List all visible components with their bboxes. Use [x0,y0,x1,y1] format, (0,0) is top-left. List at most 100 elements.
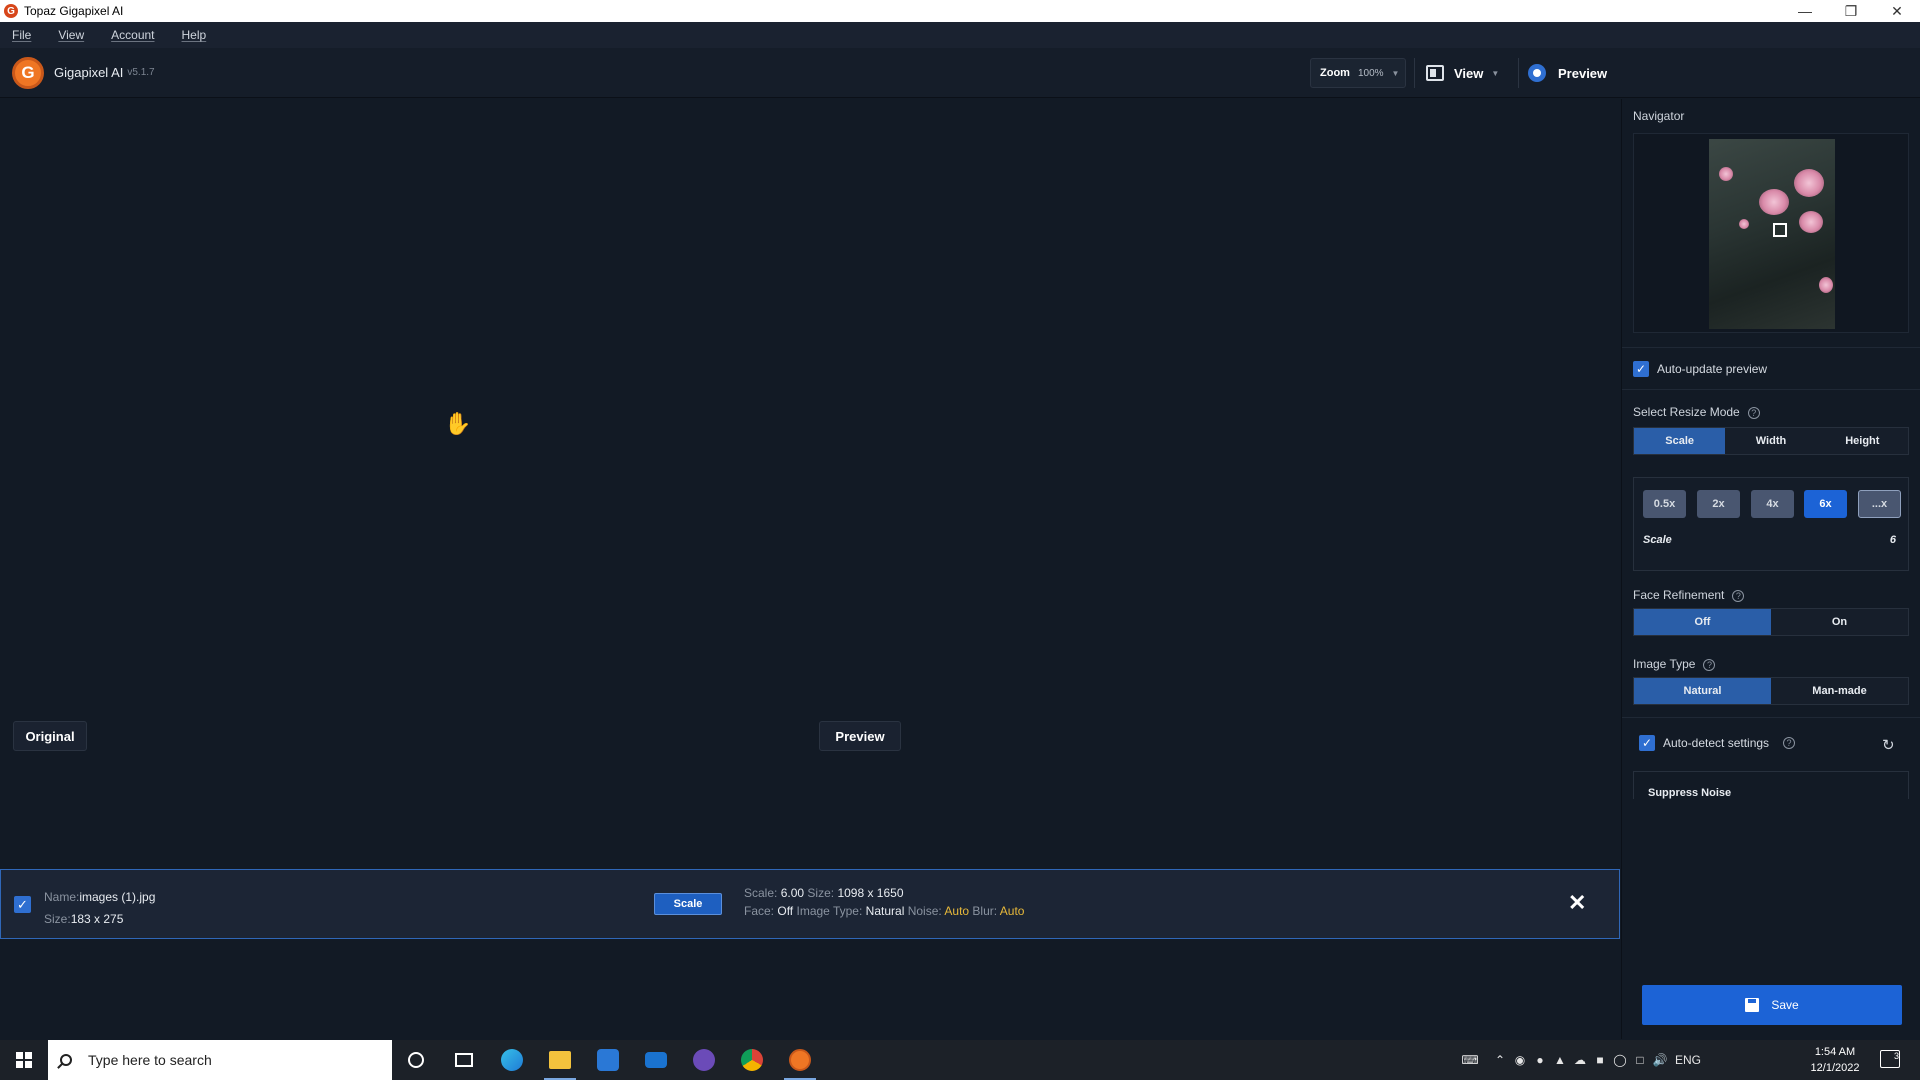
gigapixel-taskbar-icon[interactable] [776,1040,824,1080]
scale-6x-button[interactable]: 6x [1804,490,1847,518]
zoom-dropdown[interactable]: Zoom 100% ▼ [1310,58,1406,88]
minimize-icon[interactable]: — [1782,0,1828,22]
save-button[interactable]: Save [1642,985,1902,1025]
scale-0-5x-button[interactable]: 0.5x [1643,490,1686,518]
edge-icon[interactable] [488,1040,536,1080]
camera-icon[interactable]: ◉ [1510,1053,1530,1067]
taskbar-search-box[interactable]: Type here to search [48,1040,392,1080]
settings-panel: Navigator ✓ Auto-update preview Select R… [1621,99,1920,1039]
close-window-icon[interactable]: ✕ [1874,0,1920,22]
drive-icon[interactable]: ▲ [1550,1053,1570,1067]
restore-icon[interactable]: ❐ [1828,0,1874,22]
panel-divider [1622,347,1920,348]
microphone-icon[interactable]: ● [1530,1053,1550,1067]
image-type-man-made[interactable]: Man-made [1771,678,1908,704]
navigator-thumbnail[interactable] [1709,139,1835,329]
face-on-option[interactable]: On [1771,609,1908,635]
help-icon[interactable]: ? [1747,407,1760,419]
toolbar-divider [1414,58,1415,88]
face-label: Face: [744,904,775,918]
image-canvas[interactable]: ✋ Original Preview ✓ Name:images (1).jpg… [0,99,1620,1039]
hand-cursor-icon: ✋ [444,411,472,436]
app-tray-icon[interactable]: ◯ [1610,1053,1630,1067]
face-refinement-toggle: Off On [1633,608,1909,636]
preview-pane-label: Preview [819,721,901,751]
scale-4x-button[interactable]: 4x [1751,490,1794,518]
app-toolbar: G Gigapixel AI v5.1.7 Zoom 100% ▼ View ▼… [0,48,1920,98]
help-icon[interactable]: ? [1703,659,1716,671]
notification-center-icon[interactable]: 3 [1880,1050,1900,1068]
output-size-label: Size: [807,886,835,900]
app-version: v5.1.7 [127,67,155,78]
panel-divider [1622,389,1920,390]
scale-field-value[interactable]: 6 [1890,534,1896,546]
file-size: 183 x 275 [70,912,124,926]
chrome-icon[interactable] [728,1040,776,1080]
network-icon[interactable]: □ [1630,1053,1650,1067]
help-icon[interactable]: ? [1783,737,1796,749]
zoom-value: 100% [1357,67,1384,79]
file-list-row[interactable]: ✓ Name:images (1).jpg Size:183 x 275 Sca… [0,869,1620,939]
resize-mode-chip[interactable]: Scale [654,893,722,915]
scale-value: 6.00 [780,886,805,900]
view-button[interactable]: View ▼ [1426,58,1499,88]
remove-file-icon[interactable]: ✕ [1568,890,1586,916]
menu-help[interactable]: Help [182,28,207,42]
cortana-icon[interactable] [392,1040,440,1080]
start-button[interactable] [0,1040,48,1080]
chevron-down-icon: ▼ [1491,68,1500,78]
suppress-noise-label: Suppress Noise [1648,787,1732,799]
image-type-natural[interactable]: Natural [1634,678,1771,704]
language-indicator[interactable]: ENG [1670,1053,1706,1067]
help-icon[interactable]: ? [1732,590,1745,602]
task-view-icon[interactable] [440,1040,488,1080]
suppress-noise-section[interactable]: Suppress Noise [1633,771,1909,799]
reset-icon[interactable]: ↻ [1882,736,1895,754]
keyboard-icon[interactable]: ⌨ [1450,1053,1490,1067]
resize-mode-height[interactable]: Height [1817,428,1908,454]
size-label: Size: [44,912,71,926]
mail-icon[interactable] [632,1040,680,1080]
scale-custom-button[interactable]: ...x [1858,490,1901,518]
system-tray: ⌨ ⌃ ◉ ● ▲ ☁ ■ ◯ □ 🔊 ENG [1450,1040,1706,1080]
file-name: images (1).jpg [79,890,156,904]
media-app-icon[interactable] [680,1040,728,1080]
window-title: Topaz Gigapixel AI [24,4,124,18]
image-type-value: Natural [865,904,905,918]
app-name: Gigapixel AI [54,65,124,80]
noise-value: Auto [944,904,970,918]
resize-mode-width[interactable]: Width [1725,428,1816,454]
clock-time: 1:54 AM [1814,1046,1856,1058]
navigator-title: Navigator [1633,109,1685,123]
preview-label: Preview [1558,65,1608,81]
file-checkbox[interactable]: ✓ [14,896,31,913]
search-placeholder: Type here to search [88,1052,212,1068]
image-type-label: Image Type: [796,904,863,918]
chevron-up-icon[interactable]: ⌃ [1490,1053,1510,1067]
face-value: Off [777,904,794,918]
split-view-icon [1426,65,1444,81]
taskbar-clock[interactable]: 1:54 AM 12/1/2022 [1800,1044,1870,1076]
menu-bar: File View Account Help [0,22,1920,48]
volume-icon[interactable]: 🔊 [1650,1053,1670,1067]
navigator-box[interactable] [1633,133,1909,333]
nvidia-icon[interactable]: ■ [1590,1053,1610,1067]
panel-divider [1622,717,1920,718]
navigator-viewport-box[interactable] [1773,223,1787,237]
auto-detect-label: Auto-detect settings [1663,736,1770,750]
preview-toggle-button[interactable]: Preview [1528,58,1607,88]
image-type-title: Image Type? [1633,657,1716,671]
onedrive-icon[interactable]: ☁ [1570,1053,1590,1067]
scale-2x-button[interactable]: 2x [1697,490,1740,518]
face-off-option[interactable]: Off [1634,609,1771,635]
menu-view[interactable]: View [58,28,84,42]
app-icon: G [4,4,18,18]
window-title-bar: G Topaz Gigapixel AI — ❐ ✕ [0,0,1920,22]
resize-mode-scale[interactable]: Scale [1634,428,1726,454]
store-icon[interactable] [584,1040,632,1080]
menu-file[interactable]: File [12,28,31,42]
file-explorer-icon[interactable] [536,1040,584,1080]
auto-detect-settings-checkbox[interactable]: ✓ Auto-detect settings ? [1639,735,1796,751]
auto-update-preview-checkbox[interactable]: ✓ Auto-update preview [1633,361,1767,377]
menu-account[interactable]: Account [111,28,154,42]
